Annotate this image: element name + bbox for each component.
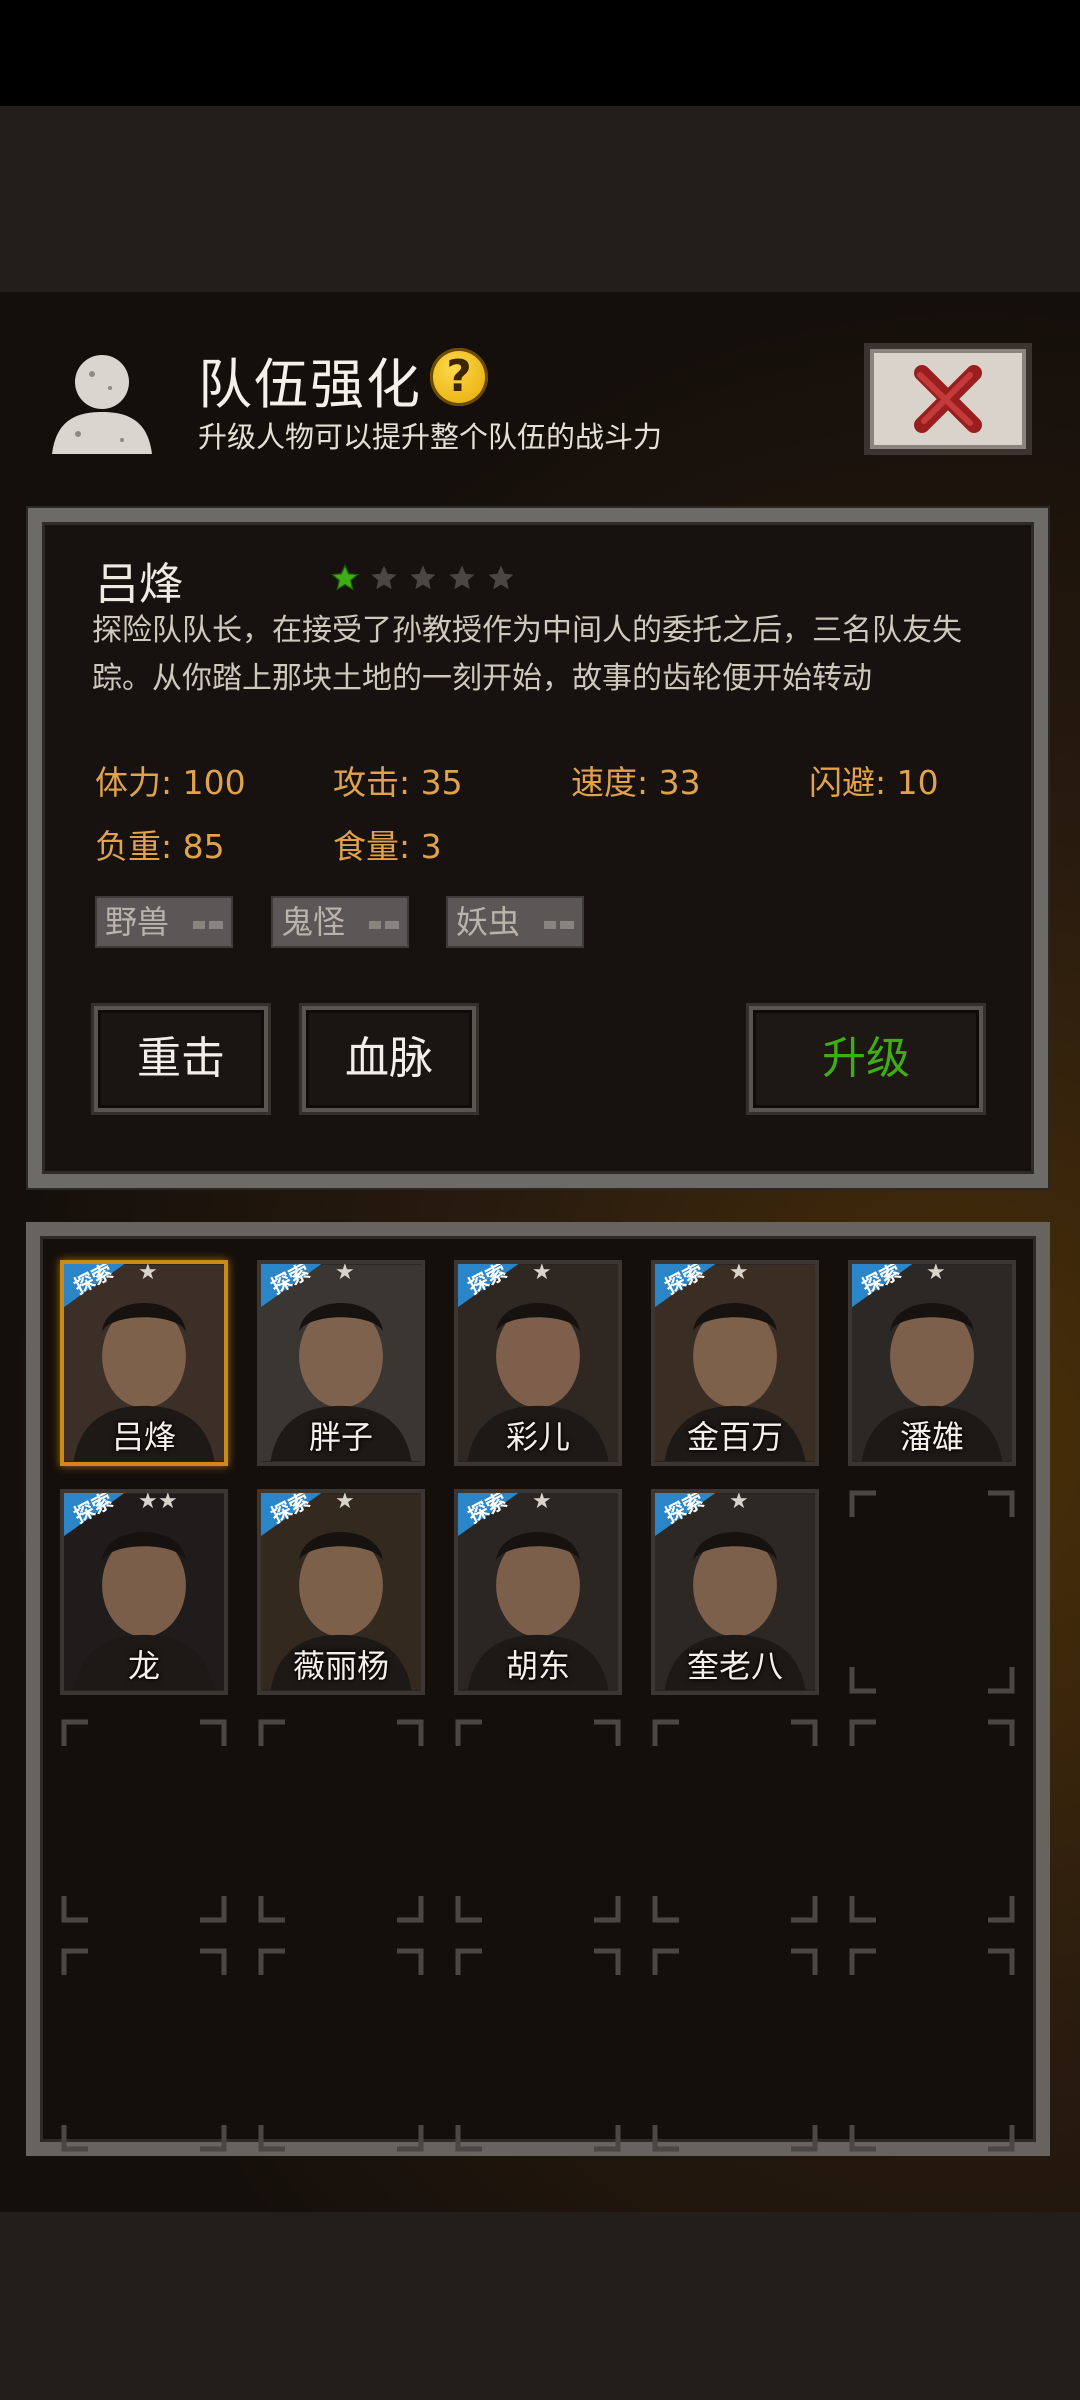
empty-roster-slot [848, 1489, 1016, 1695]
star-filled-icon [330, 563, 360, 591]
person-silhouette-icon [52, 355, 152, 454]
empty-roster-slot [848, 1947, 1016, 2153]
empty-roster-slot [454, 1947, 622, 2153]
empty-roster-slot [60, 1718, 228, 1924]
page-title: 队伍强化 [198, 353, 422, 416]
roster-card[interactable]: 探索 ★ ★ 龙 [60, 1489, 228, 1695]
trait-tag-beast: 野兽 [95, 896, 233, 948]
rank-star-icon: ★ [335, 1260, 355, 1285]
skill-heavy-strike-button[interactable]: 重击 [94, 1006, 268, 1112]
roster-card-name: 胡东 [505, 1647, 570, 1685]
roster-card-name: 潘雄 [899, 1418, 964, 1456]
rank-star-icon: ★ [729, 1260, 749, 1285]
page-subtitle: 升级人物可以提升整个队伍的战斗力 [198, 420, 663, 454]
roster-card-name: 胖子 [308, 1418, 373, 1456]
stat-stamina: 体力: 100 [95, 763, 246, 802]
close-button[interactable] [864, 343, 1032, 455]
rank-star-icon: ★ [532, 1489, 552, 1514]
roster-card[interactable]: 探索 ★ 潘雄 [848, 1260, 1016, 1466]
rank-star-icon: ★ [926, 1260, 946, 1285]
roster-card[interactable]: 探索 ★ 胡东 [454, 1489, 622, 1695]
rank-star-icon: ★ [335, 1489, 355, 1514]
roster-card-name: 金百万 [686, 1418, 783, 1456]
empty-roster-slot [848, 1718, 1016, 1924]
bottom-background [0, 2212, 1080, 2400]
stat-food: 食量: 3 [333, 827, 442, 866]
star-empty-icon [449, 565, 475, 590]
empty-roster-slot [454, 1718, 622, 1924]
empty-roster-slot [651, 1718, 819, 1924]
rank-star-icon: ★ [138, 1260, 158, 1285]
rank-star-icon: ★ [158, 1489, 178, 1514]
roster-card[interactable]: 探索 ★ 彩儿 [454, 1260, 622, 1466]
roster-card[interactable]: 探索 ★ 奎老八 [651, 1489, 819, 1695]
roster-card[interactable]: 探索 ★ 吕烽 [60, 1260, 228, 1466]
rank-star-icon: ★ [138, 1489, 158, 1514]
close-icon [914, 365, 982, 433]
roster-card-name: 薇丽杨 [292, 1647, 389, 1685]
character-rank-stars [330, 563, 520, 595]
stat-load: 负重: 85 [95, 827, 225, 866]
stat-speed: 速度: 33 [571, 763, 701, 802]
roster-card-name: 吕烽 [111, 1418, 176, 1456]
status-bar [0, 0, 1080, 106]
empty-roster-slot [651, 1947, 819, 2153]
character-name: 吕烽 [95, 559, 183, 610]
roster-card-name: 彩儿 [505, 1418, 570, 1456]
stat-dodge: 闪避: 10 [809, 763, 939, 802]
star-empty-icon [488, 565, 514, 590]
rank-star-icon: ★ [729, 1489, 749, 1514]
empty-roster-slot [257, 1947, 425, 2153]
star-empty-icon [410, 565, 436, 590]
skill-bloodline-button[interactable]: 血脉 [302, 1006, 476, 1112]
empty-roster-slot [257, 1718, 425, 1924]
roster-card[interactable]: 探索 ★ 薇丽杨 [257, 1489, 425, 1695]
empty-roster-slot [60, 1947, 228, 2153]
character-description: 探险队队长，在接受了孙教授作为中间人的委托之后，三名队友失踪。从你踏上那块土地的… [92, 613, 962, 696]
help-icon[interactable]: ? [430, 348, 488, 406]
upgrade-button[interactable]: 升级 [749, 1006, 983, 1112]
trait-tag-ghost: 鬼怪 [271, 896, 409, 948]
roster-card[interactable]: 探索 ★ 金百万 [651, 1260, 819, 1466]
star-empty-icon [371, 565, 397, 590]
roster-card-name: 龙 [127, 1647, 160, 1685]
stat-attack: 攻击: 35 [333, 763, 463, 802]
rank-star-icon: ★ [532, 1260, 552, 1285]
roster-card-name: 奎老八 [686, 1647, 783, 1685]
trait-tag-insect: 妖虫 [446, 896, 584, 948]
roster-card[interactable]: 探索 ★ 胖子 [257, 1260, 425, 1466]
